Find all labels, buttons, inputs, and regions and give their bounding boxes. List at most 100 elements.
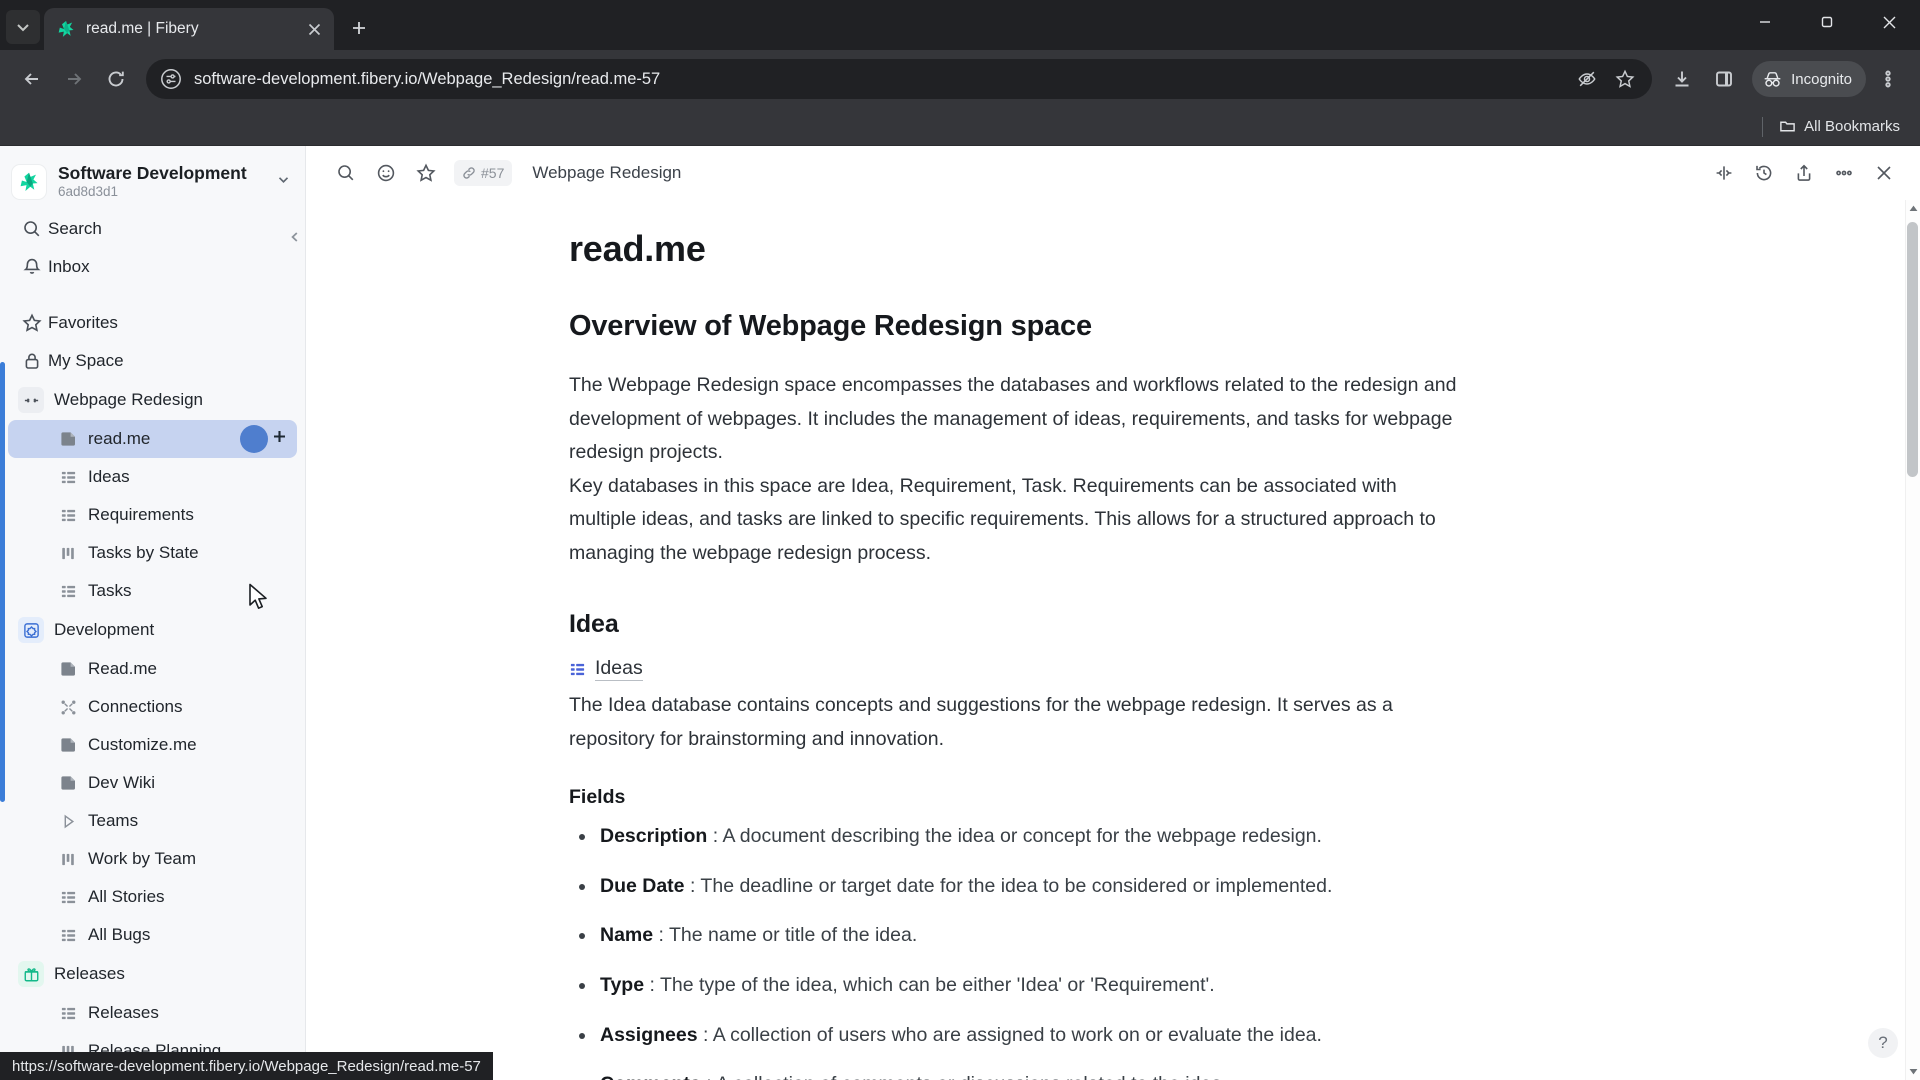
sidebar-space-label: Webpage Redesign [54,390,204,409]
breadcrumb[interactable]: Webpage Redesign [532,163,681,183]
omnibox-actions [1570,62,1646,96]
share-icon [1797,164,1811,181]
minimize-button[interactable] [1734,0,1796,44]
document-scrollbar[interactable] [1905,200,1920,1080]
forward-button[interactable] [54,59,94,99]
doc-emoji-button[interactable] [368,155,404,191]
sidebar-item-tasks-by-state[interactable]: Tasks by State [8,534,297,572]
forward-arrow-icon [68,73,82,85]
list-item[interactable]: Name : The name or title of the idea. [569,920,1459,952]
sidebar-item-dev-read-me[interactable]: Read.me [8,650,297,688]
sidebar-divider [0,286,305,304]
overview-paragraph-2[interactable]: Key databases in this space are Idea, Re… [569,470,1459,571]
doc-favorite-button[interactable] [408,155,444,191]
new-tab-button[interactable] [342,11,376,45]
close-icon [1883,16,1895,28]
bookmark-button[interactable] [1608,62,1642,96]
add-document-button[interactable] [272,429,287,449]
database-reference-ideas[interactable]: Ideas [569,657,643,682]
status-bar: https://software-development.fibery.io/W… [0,1052,493,1080]
section-heading-overview[interactable]: Overview of Webpage Redesign space [569,310,1459,343]
list-item[interactable]: Description : A document describing the … [569,821,1459,853]
sidebar-item-label: Teams [88,811,139,830]
maximize-button[interactable] [1796,0,1858,44]
sidebar-item-connections[interactable]: Connections [8,688,297,726]
incognito-indicator[interactable]: Incognito [1752,61,1866,97]
sidebar-row-actions [240,425,287,453]
tab-strip: read.me | Fibery [0,0,1920,50]
field-name: Comments [600,1073,701,1080]
sidebar-item-work-by-team[interactable]: Work by Team [8,840,297,878]
sidebar-item-ideas[interactable]: Ideas [8,458,297,496]
play-icon [60,813,88,830]
tracking-protection-button[interactable] [1570,62,1604,96]
link-icon [463,167,475,179]
split-view-button[interactable] [1706,155,1742,191]
sidebar-space-development[interactable]: Development [8,610,297,650]
sidebar-item-all-bugs[interactable]: All Bugs [8,916,297,954]
app-viewport: Software Development 6ad8d3d1 Search Inb… [0,146,1920,1080]
document-icon [60,736,88,754]
collapse-sidebar-icon [291,232,298,242]
list-item[interactable]: Comments : A collection of comments or d… [569,1069,1459,1080]
sidebar-item-dev-wiki[interactable]: Dev Wiki [8,764,297,802]
help-button[interactable]: ? [1868,1028,1898,1058]
sidebar-item-label: read.me [88,429,151,448]
field-description: : The type of the idea, which can be eit… [644,973,1215,996]
sidebar-item-teams[interactable]: Teams [8,802,297,840]
side-panel-button[interactable] [1704,59,1744,99]
sidebar-space-webpage-redesign[interactable]: Webpage Redesign [8,380,297,420]
downloads-button[interactable] [1662,59,1702,99]
sidebar-item-my-space[interactable]: My Space [8,342,297,380]
entity-id-chip[interactable]: #57 [454,160,513,186]
sidebar-item-favorites[interactable]: Favorites [8,304,297,342]
list-item[interactable]: Due Date : The deadline or target date f… [569,871,1459,903]
sidebar-item-tasks[interactable]: Tasks [8,572,297,610]
history-button[interactable] [1746,155,1782,191]
overview-paragraph-1[interactable]: The Webpage Redesign space encompasses t… [569,369,1459,470]
split-view-icon [1716,166,1732,180]
tab-search-button[interactable] [6,10,40,44]
tab-close-button[interactable] [302,17,326,41]
sidebar-item-search[interactable]: Search [8,210,297,248]
more-options-button[interactable] [1826,155,1862,191]
address-bar-url[interactable]: software-development.fibery.io/Webpage_R… [194,70,1570,89]
idea-description[interactable]: The Idea database contains concepts and … [569,689,1459,756]
section-heading-idea[interactable]: Idea [569,610,1459,639]
sidebar-item-all-stories[interactable]: All Stories [8,878,297,916]
close-icon [308,23,320,35]
site-settings-icon[interactable] [160,68,182,90]
workspace-switcher[interactable]: Software Development 6ad8d3d1 [0,154,305,210]
sidebar-scrollbar[interactable] [0,362,5,802]
collapse-sidebar-button[interactable] [284,226,305,248]
scrollbar-thumb[interactable] [1907,222,1918,477]
sidebar-item-read-me[interactable]: read.me [8,420,297,458]
doc-search-button[interactable] [328,155,364,191]
list-item[interactable]: Type : The type of the idea, which can b… [569,970,1459,1002]
document-scroll-area: read.me Overview of Webpage Redesign spa… [306,200,1920,1080]
reload-button[interactable] [96,59,136,99]
chrome-menu-button[interactable] [1868,59,1908,99]
close-document-button[interactable] [1866,155,1902,191]
scroll-down-button[interactable] [1906,1063,1920,1080]
window-close-button[interactable] [1858,0,1920,44]
sidebar-item-customize-me[interactable]: Customize.me [8,726,297,764]
scroll-up-button[interactable] [1906,200,1920,217]
star-icon [22,313,48,333]
sidebar-item-requirements[interactable]: Requirements [8,496,297,534]
page-title[interactable]: read.me [569,228,1459,270]
chevron-up-icon [1909,205,1917,211]
all-bookmarks-button[interactable]: All Bookmarks [1773,114,1906,139]
field-description: : A document describing the idea or conc… [707,825,1322,848]
sidebar-item-inbox[interactable]: Inbox [8,248,297,286]
sidebar-space-releases[interactable]: Releases [8,954,297,994]
list-item[interactable]: Assignees : A collection of users who ar… [569,1020,1459,1052]
workspace-caret[interactable] [276,172,291,192]
back-button[interactable] [12,59,52,99]
grid-icon [60,889,88,906]
sidebar-item-releases[interactable]: Releases [8,994,297,1032]
address-bar[interactable]: software-development.fibery.io/Webpage_R… [146,59,1653,99]
share-button[interactable] [1786,155,1822,191]
browser-tab[interactable]: read.me | Fibery [44,8,334,50]
field-description: : A collection of users who are assigned… [697,1023,1322,1046]
